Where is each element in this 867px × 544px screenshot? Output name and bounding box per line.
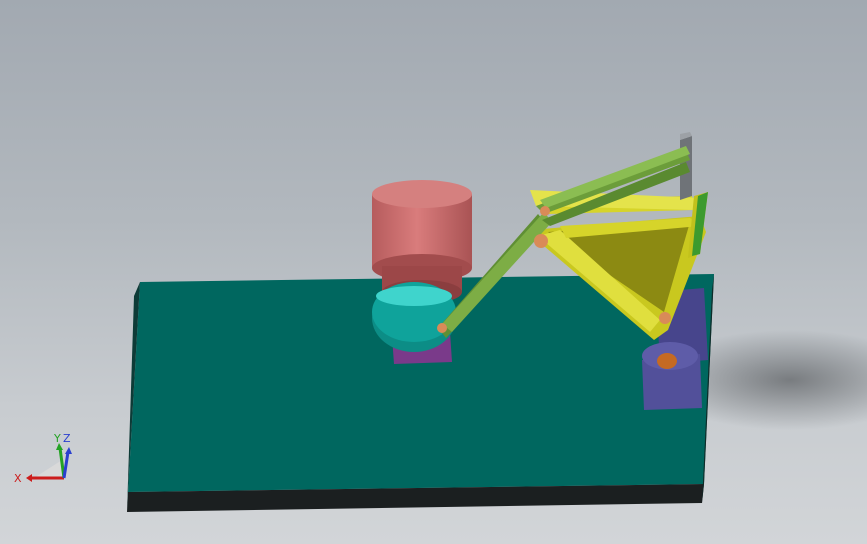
orientation-triad[interactable]: X Y Z — [12, 430, 82, 490]
triad-z-label: Z — [63, 432, 71, 445]
triad-y-label: Y — [53, 432, 61, 445]
triad-z-arrow — [65, 447, 72, 454]
assembly-model[interactable] — [0, 0, 867, 544]
triad-graphic: X Y Z — [14, 432, 72, 485]
3d-viewport[interactable]: X Y Z — [0, 0, 867, 544]
crank-disc[interactable] — [372, 282, 456, 352]
triad-x-label: X — [14, 472, 22, 485]
triad-x-arrow — [26, 474, 32, 482]
triad-z-axis — [62, 451, 70, 479]
